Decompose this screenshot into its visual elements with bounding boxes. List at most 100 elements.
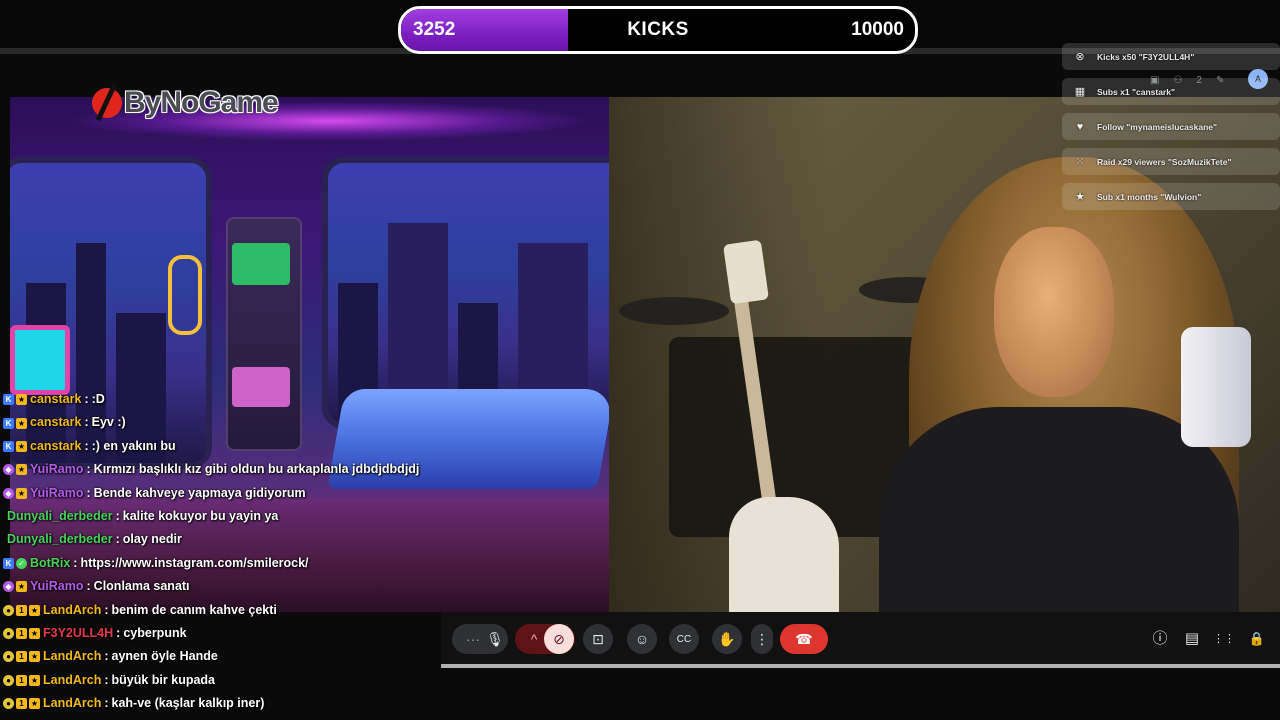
vip-icon: ◆ (3, 487, 14, 499)
chat-separator: : (104, 696, 109, 711)
chat-message: ◆ ★ YuiRamo: Clonlama sanatı (0, 575, 445, 598)
kick-icon: ⊗ (1075, 51, 1085, 63)
gift-icon: 1 (16, 628, 27, 640)
chat-separator: : (115, 508, 120, 523)
sub-icon: ★ (16, 581, 27, 593)
bot-icon: ✓ (16, 557, 27, 569)
chat-username[interactable]: LandArch (43, 599, 101, 622)
chat-username[interactable]: canstark (30, 411, 81, 434)
alert-item: ⊗ Kicks x50 "F3Y2ULL4H" (1062, 43, 1280, 70)
chat-separator: : (86, 485, 91, 500)
chat-message: ● 1 ★ LandArch: büyük bir kupada (0, 669, 445, 692)
alert-text: Sub x1 months "Wulvion" (1097, 191, 1202, 202)
camera-off-icon[interactable]: ⊘ (544, 624, 574, 654)
og-icon: ● (3, 698, 14, 710)
alert-text: Follow "mynameislucaskane" (1097, 121, 1218, 132)
chat-message: ◆ ★ YuiRamo: Bende kahveye yapmaya gidiyoru… (0, 482, 445, 505)
chat-text: https://www.instagram.com/smilerock/ (80, 555, 309, 570)
guitar-body (729, 497, 839, 612)
sub-icon: ★ (29, 698, 40, 710)
chat-text: :D (91, 392, 105, 406)
apps-icon[interactable]: ⋮⋮ (1213, 628, 1235, 650)
chat-username[interactable]: canstark (30, 435, 81, 458)
heart-icon: ♥ (1076, 120, 1084, 133)
logo-text: ByNoGame (124, 86, 279, 119)
chat-username[interactable]: Dunyali_derbeder (7, 528, 113, 551)
raise-hand-icon[interactable]: ✋ (712, 624, 742, 654)
chat-username[interactable]: F3Y2ULL4H (43, 622, 113, 645)
kicks-goal-target: 10000 (851, 19, 904, 40)
captions-icon[interactable]: CC (669, 624, 699, 654)
chat-message: ● 1 ★ LandArch: kah-ve (kaşlar kalkıp iner) (0, 692, 445, 715)
vip-icon: ◆ (3, 581, 14, 593)
info-icon[interactable]: ⓘ (1149, 628, 1171, 650)
chat-username[interactable]: Dunyali_derbeder (7, 505, 113, 528)
chat-separator: : (104, 602, 109, 617)
chat-icon[interactable]: ▤ (1181, 628, 1203, 650)
kicks-goal-label: KICKS (627, 19, 689, 40)
chat-username[interactable]: BotRix (30, 552, 70, 575)
kick-icon: K (3, 394, 14, 406)
chat-separator: : (116, 625, 121, 640)
chat-username[interactable]: LandArch (43, 645, 101, 668)
alert-text: Raid x29 viewers "SozMuzikTete" (1097, 156, 1232, 167)
sub-icon: ★ (29, 674, 40, 686)
chat-username[interactable]: canstark (30, 388, 81, 411)
chat-separator: : (86, 462, 91, 477)
chat-message: Dunyali_derbeder: olay nedir (0, 528, 445, 551)
vip-icon: ◆ (3, 464, 14, 476)
hangup-icon[interactable]: ☎ (780, 624, 828, 654)
mic-icon[interactable]: 🎙 (480, 624, 510, 654)
chat-text: Bende kahveye yapmaya gidiyorum (93, 485, 306, 500)
alert-item: ♥ Follow "mynameislucaskane" (1062, 113, 1280, 140)
chat-username[interactable]: YuiRamo (30, 482, 84, 505)
chat-text: büyük bir kupada (111, 672, 216, 687)
sub-icon: ★ (29, 628, 40, 640)
gift-icon: 1 (16, 674, 27, 686)
chat-separator: : (84, 392, 89, 406)
kicks-goal-bar: KICKS 3252 10000 (398, 6, 918, 54)
chat-separator: : (104, 672, 109, 687)
chat-text: Eyv :) (91, 415, 126, 430)
chat-message: K ★ canstark::) en yakını bu (0, 435, 445, 458)
present-icon[interactable]: ⊡ (583, 624, 613, 654)
chat-text: Clonlama sanatı (93, 579, 190, 594)
chat-separator: : (115, 532, 120, 547)
logo-mark-icon (92, 88, 122, 118)
host-controls-icon[interactable]: 🔒 (1246, 628, 1268, 650)
chat-separator: : (73, 555, 78, 570)
og-icon: ● (3, 628, 14, 640)
og-icon: ● (3, 604, 14, 616)
alert-item: ★ Sub x1 months "Wulvion" (1062, 183, 1280, 210)
sub-icon: ★ (29, 604, 40, 616)
sub-icon: ★ (29, 651, 40, 663)
options-icon[interactable]: ⋮ (751, 624, 773, 654)
emoji-icon[interactable]: ☺ (627, 624, 657, 654)
alert-item: ⁙ Raid x29 viewers "SozMuzikTete" (1062, 148, 1280, 175)
chat-username[interactable]: YuiRamo (30, 458, 84, 481)
kick-icon: K (3, 417, 14, 429)
chat-message: ● 1 ★ LandArch: aynen öyle Hande (0, 645, 445, 668)
chat-separator: : (104, 649, 109, 664)
gift-icon: 1 (16, 698, 27, 710)
raid-icon: ⁙ (1075, 156, 1085, 168)
sub-icon: ★ (16, 417, 27, 429)
chat-message: Dunyali_derbeder: kalite kokuyor bu yayin… (0, 505, 445, 528)
chat-separator: : (86, 579, 91, 594)
cymbal (619, 297, 729, 325)
kicks-current-value: 3252 (413, 19, 456, 40)
chat-text: benim de canım kahve çekti (111, 602, 277, 617)
chat-username[interactable]: YuiRamo (30, 575, 84, 598)
chat-text: cyberpunk (123, 625, 187, 640)
sub-icon: ★ (16, 464, 27, 476)
sub-icon: ★ (16, 487, 27, 499)
guitar-headstock (723, 239, 769, 305)
chat-message: ◆ ★ YuiRamo: Kırmızı başlıklı kız gibi oldu… (0, 458, 445, 481)
star-icon: ★ (1075, 191, 1085, 203)
alert-text: Kicks x50 "F3Y2ULL4H" (1097, 51, 1195, 62)
chat-text: kalite kokuyor bu yayin ya (122, 508, 279, 523)
chat-username[interactable]: LandArch (43, 669, 101, 692)
chat-message: ● 1 ★ LandArch: benim de canım kahve çekti (0, 599, 445, 622)
retro-tv (10, 325, 70, 395)
chat-username[interactable]: LandArch (43, 692, 101, 715)
